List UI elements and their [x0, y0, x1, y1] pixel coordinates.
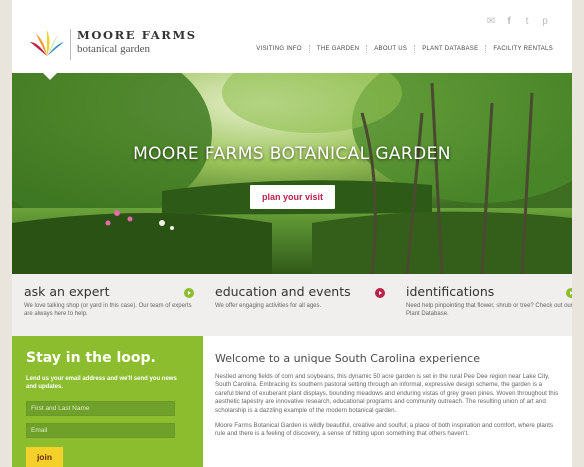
brand-name: MOORE FARMS [77, 28, 197, 42]
newsletter-title: Stay in the loop. [26, 350, 156, 366]
nav-pointer [43, 73, 57, 80]
feature-title: ask an expert [24, 284, 110, 299]
welcome-paragraph-2: Moore Farms Botanical Garden is wildly b… [215, 422, 554, 438]
brand-subtitle: botanical garden [77, 43, 150, 55]
nav-the-garden[interactable]: THE GARDEN [310, 45, 368, 53]
feature-education-events[interactable]: education and events We offer engaging a… [215, 284, 385, 310]
main-nav: VISITING INFO THE GARDEN ABOUT US PLANT … [249, 45, 560, 53]
name-field[interactable] [26, 401, 175, 416]
feature-text: Need help pinpointing that flower, shrub… [406, 303, 572, 317]
feature-identifications[interactable]: identifications Need help pinpointing th… [406, 284, 572, 318]
newsletter-text: Lend us your email address and we'll sen… [26, 376, 177, 390]
welcome-paragraph-1: Nestled among fields of corn and soybean… [215, 373, 559, 414]
plan-visit-button[interactable]: plan your visit [250, 185, 335, 209]
garden-photo [12, 73, 572, 274]
feature-strip: ask an expert We love talking shop (or y… [12, 274, 572, 336]
feature-title: education and events [215, 284, 351, 299]
hero-title: MOORE FARMS BOTANICAL GARDEN [133, 144, 451, 164]
nav-visiting-info[interactable]: VISITING INFO [249, 45, 310, 53]
nav-facility-rentals[interactable]: FACILITY RENTALS [486, 45, 560, 53]
facebook-icon[interactable]: f [504, 17, 514, 27]
arrow-right-icon[interactable] [184, 288, 194, 298]
newsletter-panel: Stay in the loop. Lend us your email add… [12, 336, 203, 467]
nav-about-us[interactable]: ABOUT US [367, 45, 416, 53]
page-frame: MOORE FARMS botanical garden ✉ f t p VIS… [12, 0, 572, 467]
arrow-right-icon[interactable] [566, 288, 572, 298]
email-field[interactable] [26, 423, 175, 438]
nav-plant-database[interactable]: PLANT DATABASE [415, 45, 487, 53]
hero-banner: MOORE FARMS BOTANICAL GARDEN plan your v… [12, 73, 572, 274]
pinterest-icon[interactable]: p [540, 17, 550, 27]
feature-text: We love talking shop (or yard in this ca… [24, 303, 192, 317]
feature-title: identifications [406, 284, 495, 299]
join-button[interactable]: join [26, 447, 63, 467]
site-header: MOORE FARMS botanical garden ✉ f t p VIS… [12, 0, 572, 73]
brand[interactable]: MOORE FARMS botanical garden [70, 29, 197, 60]
logo-icon[interactable] [28, 30, 66, 58]
social-links: ✉ f t p [486, 17, 550, 27]
welcome-section: Welcome to a unique South Carolina exper… [215, 352, 561, 439]
welcome-title: Welcome to a unique South Carolina exper… [215, 352, 480, 365]
twitter-icon[interactable]: t [522, 17, 532, 27]
feature-text: We offer engaging activities for all age… [215, 303, 322, 309]
arrow-right-icon[interactable] [375, 288, 385, 298]
email-icon[interactable]: ✉ [486, 17, 496, 27]
feature-ask-expert[interactable]: ask an expert We love talking shop (or y… [24, 284, 194, 318]
